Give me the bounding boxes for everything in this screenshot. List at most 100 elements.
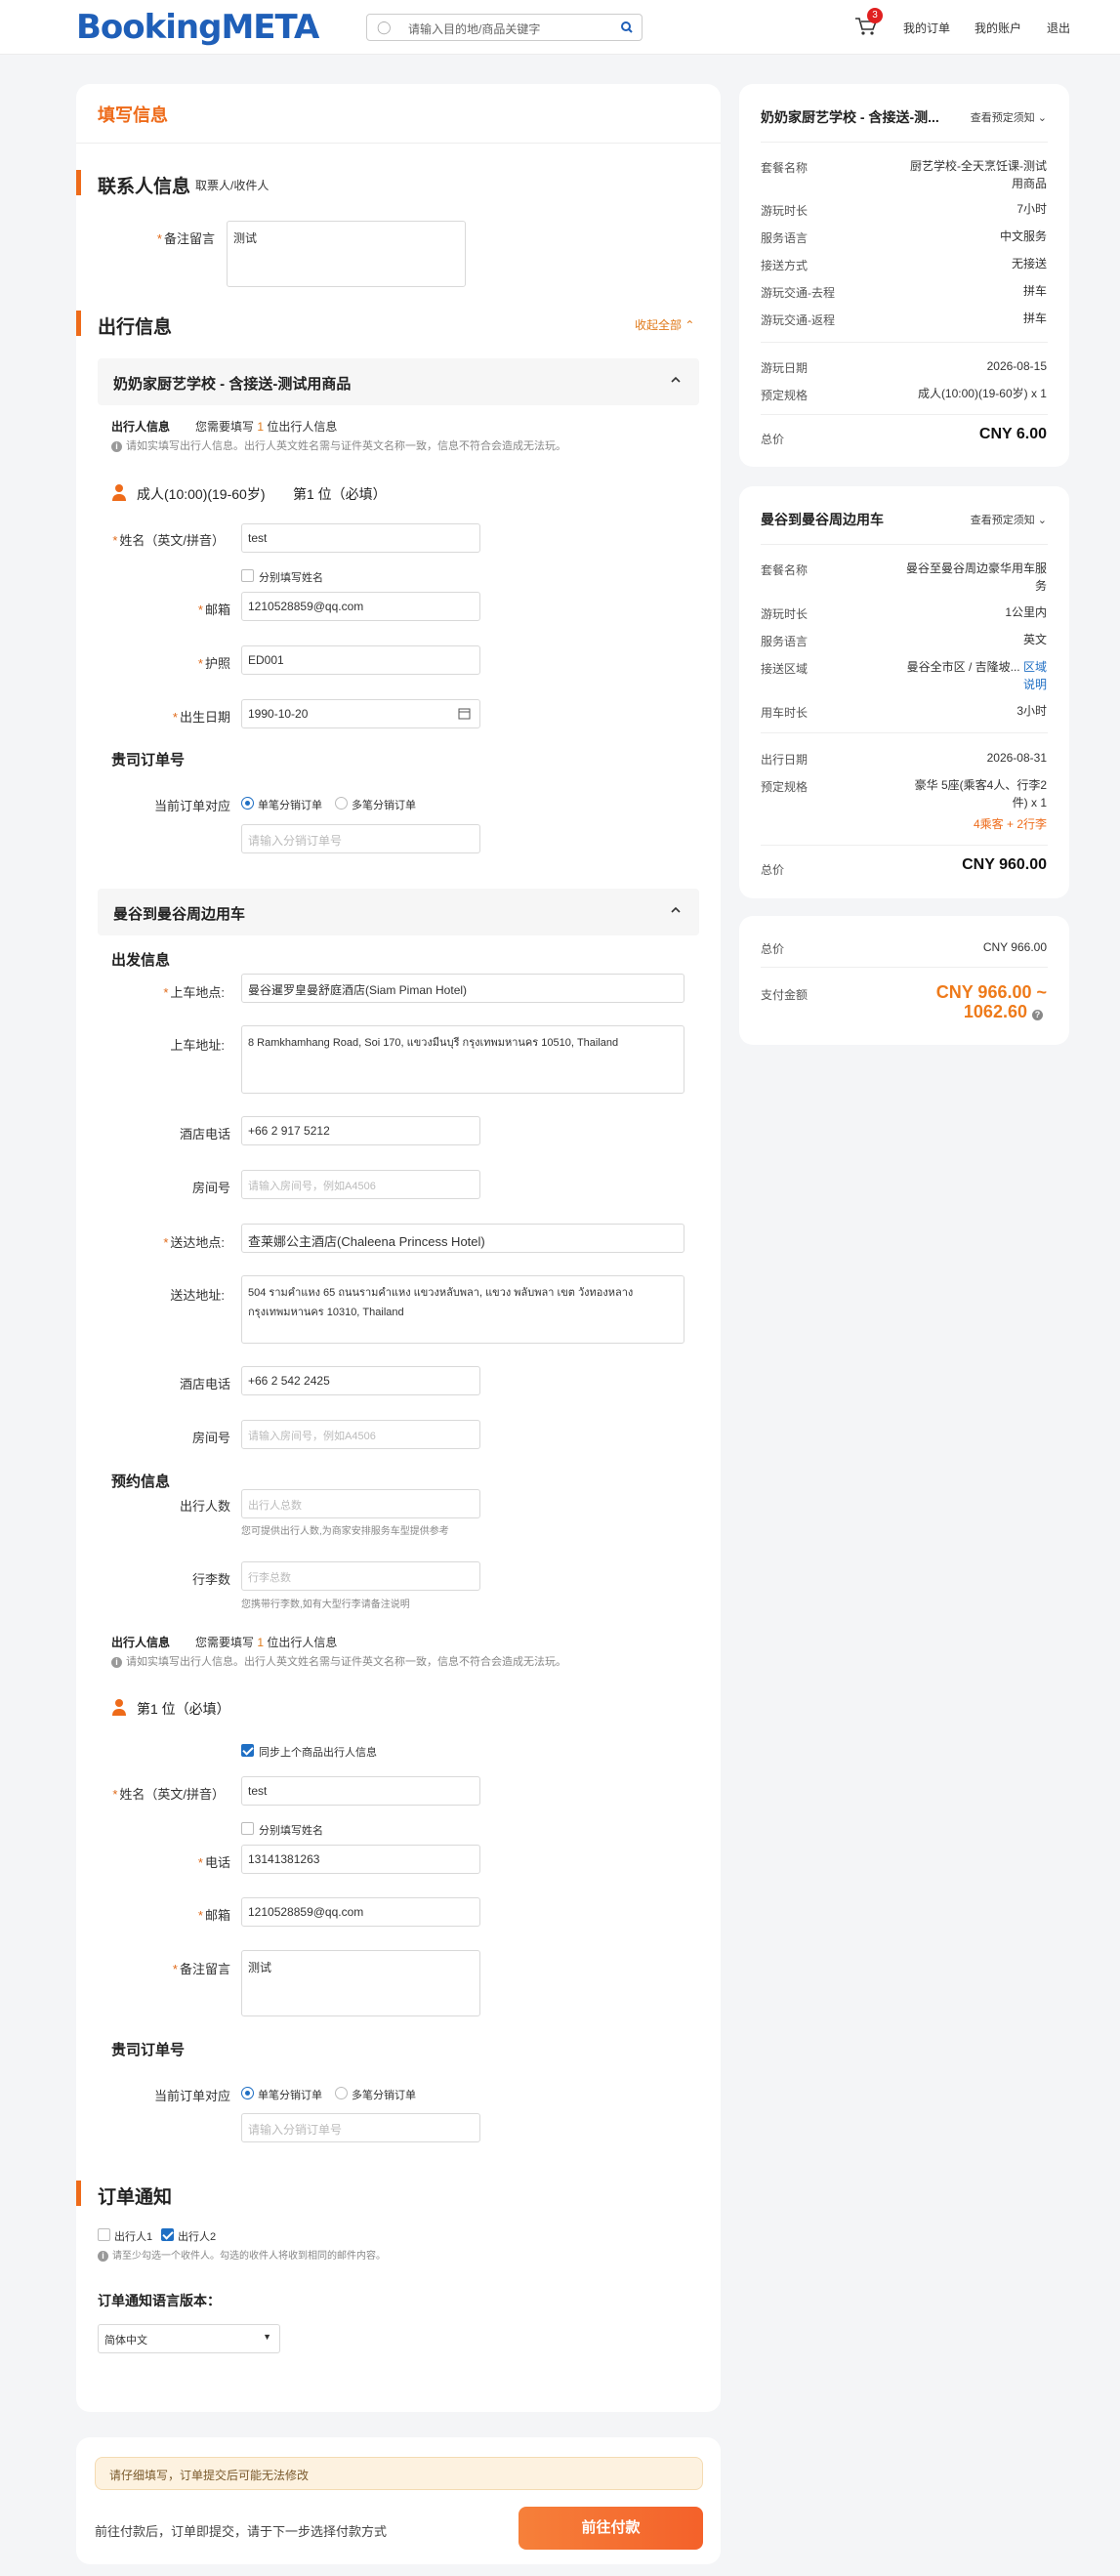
chevron-up-icon[interactable] — [670, 374, 682, 386]
split-name-checkbox[interactable] — [241, 569, 254, 582]
passport-label: * 护照 — [197, 656, 230, 671]
location-icon: ◯ — [377, 20, 392, 34]
summary2-use-value: 3小时 — [1016, 704, 1047, 718]
split-name-checkbox[interactable] — [241, 1822, 254, 1835]
notify-lang-title: 订单通知语言版本： — [98, 2293, 221, 2308]
logo[interactable]: BookingMETA — [76, 8, 319, 47]
room-input[interactable]: 请输入房间号，例如A4506 — [241, 1170, 480, 1199]
bag-input[interactable]: 行李总数 — [241, 1561, 480, 1591]
contact-remark-textarea[interactable]: 测试 — [227, 221, 466, 287]
collapse-all-link[interactable]: 收起全部 ⌃ — [635, 316, 694, 333]
email-label: * 邮箱 — [197, 602, 230, 617]
summary1-title: 奶奶家厨艺学校 - 含接送-测... — [761, 109, 939, 125]
summary1-spec-value: 成人(10:00)(19-60岁) x 1 — [917, 387, 1047, 400]
notify-traveler2-checkbox[interactable] — [161, 2228, 174, 2241]
search-input[interactable]: 请输入目的地/商品关键字 — [408, 21, 540, 37]
search-icon[interactable] — [616, 17, 638, 38]
single-order-radio[interactable] — [241, 2087, 254, 2099]
divider — [761, 967, 1048, 968]
hotel-phone-input[interactable]: +66 2 917 5212 — [241, 1116, 480, 1145]
notify-traveler2-label: 出行人2 — [178, 2231, 217, 2243]
summary1-row-label: 套餐名称 — [761, 161, 809, 175]
name-label: * 姓名（英文/拼音） — [112, 533, 225, 548]
order-no-title: 贵司订单号 — [111, 752, 186, 769]
section-marker — [76, 2181, 81, 2206]
divider — [761, 845, 1048, 846]
traveler-note: i 请如实填写出行人信息。出行人英文姓名需与证件英文名称一致，信息不符合会造成无法… — [111, 437, 566, 453]
dropoff-input[interactable]: 查莱娜公主酒店(Chaleena Princess Hotel) — [241, 1224, 684, 1253]
name-input[interactable]: test — [241, 523, 480, 553]
dropoff-addr-textarea[interactable]: 504 รามคำแหง 65 ถนนรามคำแหง แขวงหลับพลา,… — [241, 1275, 684, 1344]
chevron-up-icon[interactable] — [670, 904, 682, 916]
order-mode-label: 当前订单对应 — [153, 799, 230, 813]
travel-title: 出行信息 — [98, 317, 173, 338]
summary1-date-value: 2026-08-15 — [986, 359, 1047, 373]
multi-order-radio[interactable] — [335, 2087, 348, 2099]
bag-label: 行李数 — [191, 1572, 230, 1587]
summary1-row-value: 无接送 — [1011, 257, 1047, 270]
pay-button[interactable]: 前往付款 — [519, 2507, 703, 2550]
area-info-link[interactable]: 区域说明 — [1023, 660, 1047, 691]
person-index: 第1 位（必填） — [293, 486, 387, 502]
pickup-input[interactable]: 曼谷暹罗皇曼舒庭酒店(Siam Piman Hotel) — [241, 974, 684, 1003]
name-input[interactable]: test — [241, 1776, 480, 1806]
info-icon: i — [111, 441, 122, 452]
divider — [761, 414, 1048, 415]
person-type: 成人(10:00)(19-60岁) — [137, 486, 266, 502]
calendar-icon[interactable] — [458, 707, 471, 720]
summary1-notice-link[interactable]: 查看预定须知 ⌄ — [971, 109, 1047, 125]
nav-my-account[interactable]: 我的账户 — [975, 20, 1021, 36]
help-icon[interactable]: ? — [1032, 1010, 1043, 1020]
product1-header[interactable]: 奶奶家厨艺学校 - 含接送-测试用商品 — [98, 358, 699, 405]
summary1-date-label: 游玩日期 — [761, 361, 809, 375]
remark-textarea[interactable]: 测试 — [241, 1950, 480, 2016]
room2-input[interactable]: 请输入房间号，例如A4506 — [241, 1420, 480, 1449]
contact-subtitle: 取票人/收件人 — [195, 179, 270, 192]
product2-header[interactable]: 曼谷到曼谷周边用车 — [98, 889, 699, 935]
notify-traveler1-checkbox[interactable] — [98, 2228, 110, 2241]
summary-card-3 — [739, 916, 1069, 1045]
room-label: 房间号 — [191, 1181, 230, 1195]
traveler-info-label: 出行人信息 — [111, 1636, 171, 1649]
email-input[interactable]: 1210528859@qq.com — [241, 592, 480, 621]
passport-input[interactable]: ED001 — [241, 645, 480, 675]
pax-label: 出行人数 — [179, 1499, 230, 1514]
nav-logout[interactable]: 退出 — [1047, 20, 1070, 36]
notify-lang-select[interactable]: 简体中文 ▼ — [98, 2324, 280, 2353]
summary2-area-label: 接送区域 — [761, 662, 809, 676]
notify-traveler1-label: 出行人1 — [114, 2231, 153, 2243]
summary2-lang-label: 服务语言 — [761, 635, 809, 648]
email-input[interactable]: 1210528859@qq.com — [241, 1897, 480, 1927]
single-order-radio[interactable] — [241, 797, 254, 810]
submit-hint: 前往付款后，订单即提交，请于下一步选择付款方式 — [95, 2524, 388, 2539]
multi-order-radio[interactable] — [335, 797, 348, 810]
nav-my-orders[interactable]: 我的订单 — [903, 20, 950, 36]
summary3-total-value: CNY 966.00 — [982, 940, 1047, 954]
sync-traveler-checkbox[interactable] — [241, 1744, 254, 1757]
hotel-phone2-input[interactable]: +66 2 542 2425 — [241, 1366, 480, 1395]
notify-title: 订单通知 — [98, 2187, 173, 2208]
summary2-pkg-value: 曼谷至曼谷周边豪华用车服务 — [905, 561, 1047, 593]
traveler-note: i 请如实填写出行人信息。出行人英文姓名需与证件英文名称一致，信息不符合会造成无法… — [111, 1653, 566, 1669]
summary2-notice-link[interactable]: 查看预定须知 ⌄ — [971, 512, 1047, 527]
summary1-total-label: 总价 — [761, 433, 785, 446]
chevron-down-icon: ▼ — [263, 2332, 271, 2342]
order-no-input[interactable]: 请输入分销订单号 — [241, 824, 480, 853]
summary2-title: 曼谷到曼谷周边用车 — [761, 512, 884, 527]
summary3-pay-label: 支付金额 — [761, 988, 809, 1002]
divider — [76, 143, 721, 144]
summary2-date-label: 出行日期 — [761, 753, 809, 767]
section-marker — [76, 170, 81, 195]
pickup-addr-textarea[interactable]: 8 Ramkhamhang Road, Soi 170, แขวงมีนบุรี… — [241, 1025, 684, 1094]
pax-input[interactable]: 出行人总数 — [241, 1489, 480, 1518]
search-box[interactable]: ◯ 请输入目的地/商品关键字 — [366, 14, 643, 41]
dob-input[interactable]: 1990-10-20 — [241, 699, 480, 728]
summary2-use-label: 用车时长 — [761, 706, 809, 720]
summary1-row-value: 厨艺学校-全天烹饪课-测试用商品 — [910, 159, 1047, 190]
sync-traveler-label: 同步上个商品出行人信息 — [259, 1747, 377, 1759]
product2-title: 曼谷到曼谷周边用车 — [113, 906, 246, 923]
summary2-lang-value: 英文 — [1022, 633, 1047, 646]
order-no-input[interactable]: 请输入分销订单号 — [241, 2113, 480, 2142]
divider — [761, 732, 1048, 733]
phone-input[interactable]: 13141381263 — [241, 1845, 480, 1874]
